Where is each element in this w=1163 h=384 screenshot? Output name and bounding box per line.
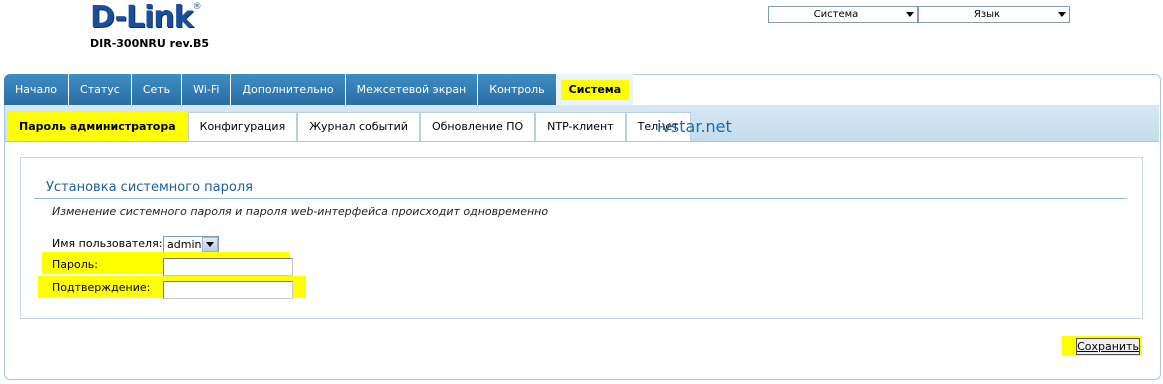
watermark-text: ivstar.net <box>657 117 732 136</box>
subtab-configuration[interactable]: Конфигурация <box>187 112 298 141</box>
system-menu-select[interactable]: Система <box>768 6 918 23</box>
tab-firewall[interactable]: Межсетевой экран <box>345 74 479 105</box>
tab-system-label: Система <box>560 79 630 100</box>
password-input[interactable] <box>163 258 293 276</box>
tab-system[interactable]: Система <box>556 74 635 105</box>
model-name: DIR-300NRU rev.B5 <box>90 37 210 50</box>
dlink-logo: D-Link® <box>90 2 202 34</box>
logo-text: D-Link <box>90 0 194 35</box>
username-label: Имя пользователя: <box>52 237 163 250</box>
username-value: admin <box>167 238 202 251</box>
chevron-down-icon <box>903 7 917 22</box>
logo-registered-mark: ® <box>192 2 202 12</box>
section-description: Изменение системного пароля и пароля web… <box>52 205 549 218</box>
sub-nav: Пароль администратора Конфигурация Журна… <box>7 112 691 141</box>
confirm-input[interactable] <box>163 281 293 299</box>
chevron-down-icon <box>1055 7 1069 22</box>
username-select[interactable]: admin <box>163 236 219 253</box>
password-label: Пароль: <box>52 258 98 271</box>
save-button[interactable]: Сохранить <box>1076 338 1140 355</box>
subtab-firmware-update[interactable]: Обновление ПО <box>419 112 536 141</box>
tab-home[interactable]: Начало <box>4 74 70 105</box>
language-menu-label: Язык <box>973 9 1001 20</box>
subtab-admin-password[interactable]: Пароль администратора <box>7 112 188 141</box>
subtab-ntp-client[interactable]: NTP-клиент <box>535 112 626 141</box>
section-divider <box>34 198 1127 199</box>
subtab-event-log[interactable]: Журнал событий <box>297 112 420 141</box>
tab-status[interactable]: Статус <box>69 74 132 105</box>
section-title: Установка системного пароля <box>46 180 253 195</box>
tab-control[interactable]: Контроль <box>478 74 557 105</box>
main-nav: Начало Статус Сеть Wi-Fi Дополнительно М… <box>4 74 635 105</box>
tab-network[interactable]: Сеть <box>131 74 183 105</box>
chevron-down-icon <box>202 237 218 252</box>
language-menu-select[interactable]: Язык <box>918 6 1070 23</box>
system-menu-label: Система <box>813 9 859 20</box>
confirm-label: Подтверждение: <box>52 281 151 294</box>
tab-wifi[interactable]: Wi-Fi <box>182 74 232 105</box>
tab-advanced[interactable]: Дополнительно <box>231 74 346 105</box>
